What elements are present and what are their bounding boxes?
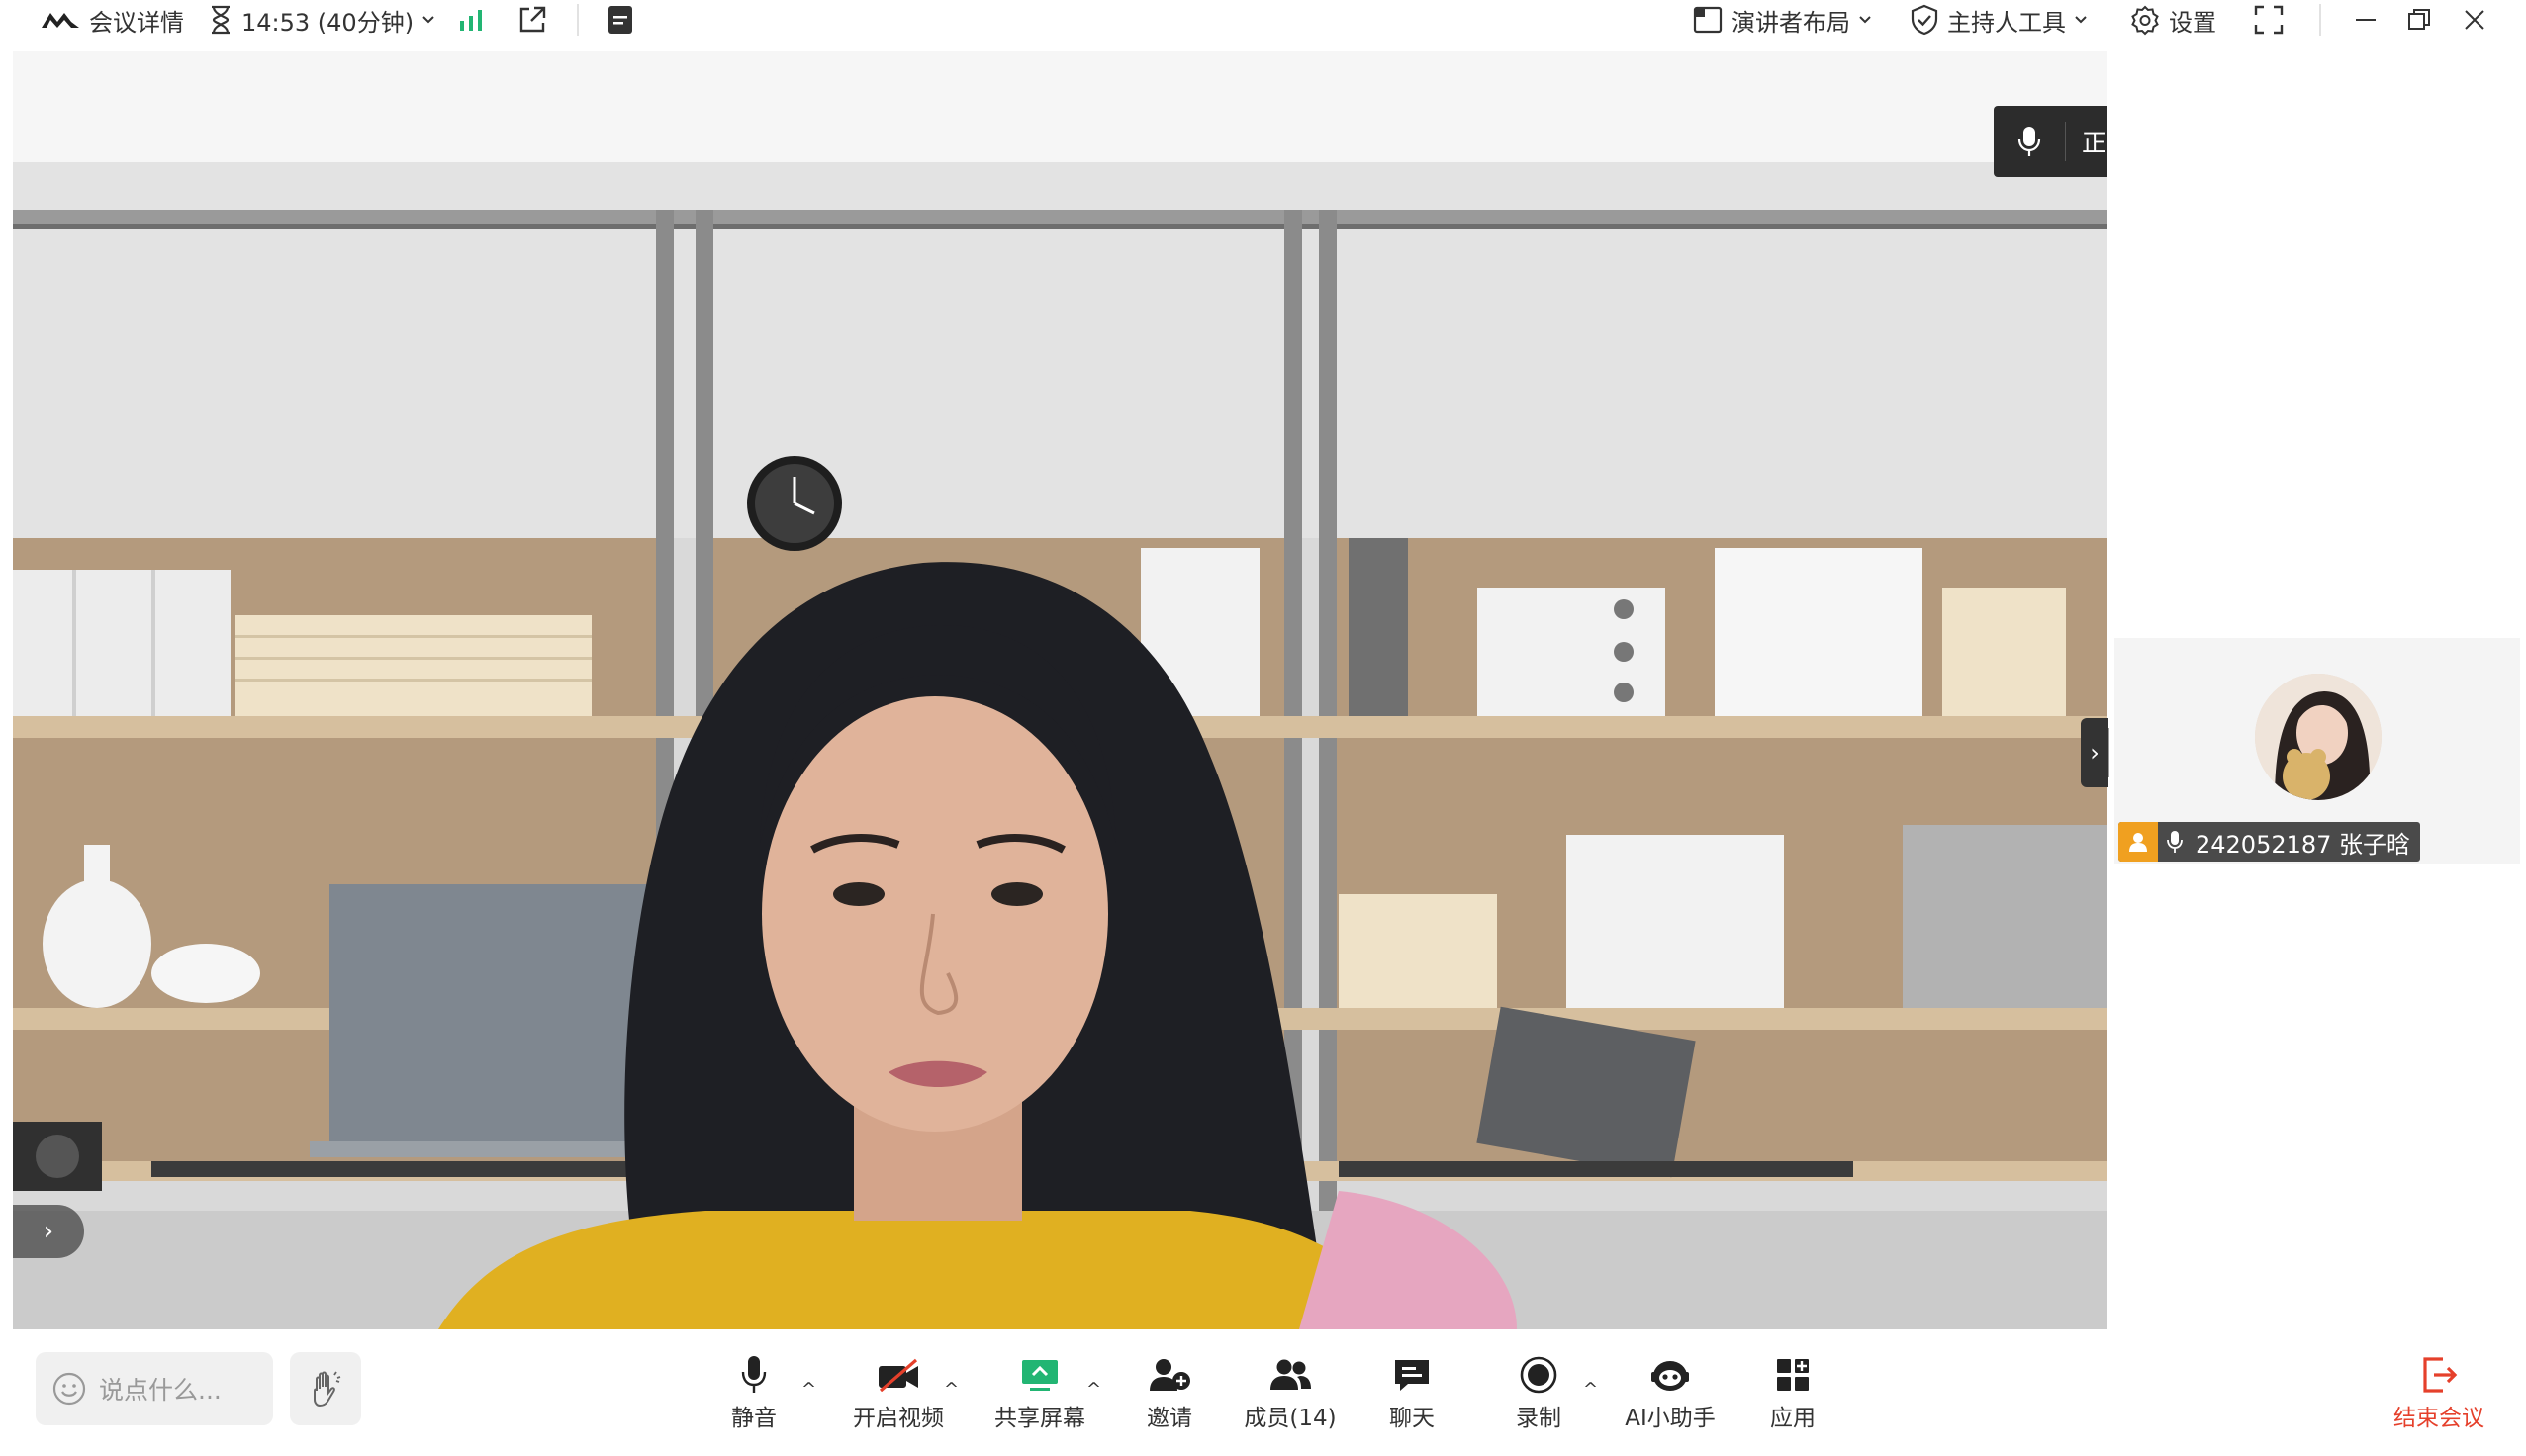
speaker-layout-button[interactable]: 演讲者布局 — [1692, 0, 1872, 40]
main-video-feed[interactable] — [13, 162, 2107, 1329]
camera-off-icon — [877, 1353, 920, 1397]
layout-icon — [1693, 6, 1723, 34]
timer-text: 14:53 (40分钟) — [241, 8, 415, 37]
chevron-down-icon — [422, 16, 434, 24]
gear-icon — [2131, 5, 2159, 36]
chevron-right-icon: › — [2090, 739, 2100, 767]
members-icon — [1267, 1353, 1313, 1397]
ai-assistant-button[interactable]: AI小助手 — [1623, 1353, 1718, 1432]
members-button[interactable]: 成员(14) — [1244, 1353, 1337, 1432]
speaker-video-image — [13, 162, 2107, 1329]
close-window-button[interactable] — [2462, 0, 2487, 40]
chevron-right-icon: › — [43, 1217, 54, 1246]
expand-left-panel-button[interactable]: › — [13, 1205, 84, 1258]
banner-divider — [2065, 122, 2066, 161]
host-badge-icon — [2118, 822, 2158, 862]
avatar — [2255, 674, 2382, 800]
fullscreen-button[interactable] — [2253, 0, 2285, 40]
collapse-participant-panel-button[interactable]: › — [2081, 718, 2108, 787]
video-options-caret[interactable]: ^ — [944, 1379, 959, 1400]
tencent-meeting-logo-icon — [42, 13, 79, 28]
network-signal-button[interactable] — [458, 0, 484, 40]
meeting-timer[interactable]: 14:53 (40分钟) — [208, 0, 435, 40]
settings-button[interactable]: 设置 — [2129, 0, 2216, 40]
settings-label: 设置 — [2169, 8, 2216, 37]
invite-label: 邀请 — [1147, 1406, 1192, 1431]
minimize-window-button[interactable] — [2353, 0, 2379, 40]
restore-window-button[interactable] — [2406, 0, 2432, 40]
top-divider — [2319, 4, 2321, 36]
participant-name-tag: 242052187 张子晗 — [2118, 822, 2421, 862]
share-screen-icon — [1020, 1353, 1060, 1397]
share-screen-label: 共享屏幕 — [994, 1406, 1085, 1431]
mute-button[interactable]: 静音 — [729, 1353, 779, 1432]
close-icon — [2465, 10, 2484, 30]
microphone-icon — [2158, 830, 2192, 854]
end-meeting-label: 结束会议 — [2393, 1406, 2484, 1431]
chevron-down-icon — [1859, 16, 1871, 24]
external-share-icon — [519, 6, 546, 33]
participant-name-label: 242052187 张子晗 — [2196, 830, 2411, 859]
top-divider — [577, 4, 579, 36]
invite-button[interactable]: 邀请 — [1145, 1353, 1194, 1432]
microphone-icon — [740, 1353, 768, 1397]
emoji-icon — [52, 1372, 86, 1406]
apps-grid-icon — [1774, 1353, 1812, 1397]
start-video-label: 开启视频 — [853, 1406, 944, 1431]
document-icon — [608, 6, 632, 34]
record-icon — [1519, 1353, 1558, 1397]
record-button[interactable]: 录制 — [1514, 1353, 1563, 1432]
robot-icon — [1648, 1353, 1692, 1397]
notes-button[interactable] — [607, 0, 634, 40]
exit-icon — [2419, 1353, 2459, 1397]
top-bar: 会议详情 14:53 (40分钟) 演讲者布局 主持人工具 设置 — [0, 0, 2526, 51]
audio-options-caret[interactable]: ^ — [801, 1379, 816, 1400]
meeting-details-label: 会议详情 — [89, 8, 184, 37]
chat-icon — [1392, 1353, 1432, 1397]
mute-label: 静音 — [731, 1406, 777, 1431]
ai-assistant-label: AI小助手 — [1625, 1406, 1716, 1431]
end-meeting-button[interactable]: 结束会议 — [2391, 1353, 2486, 1432]
hand-icon — [314, 1371, 341, 1408]
meeting-details-button[interactable]: 会议详情 — [40, 0, 184, 40]
fullscreen-icon — [2254, 5, 2284, 35]
share-options-caret[interactable]: ^ — [1086, 1379, 1101, 1400]
signal-bars-icon — [460, 10, 482, 31]
share-link-button[interactable] — [516, 0, 548, 40]
start-video-button[interactable]: 开启视频 — [851, 1353, 946, 1432]
quick-chat-input[interactable]: 说点什么... — [36, 1352, 273, 1425]
raise-hand-button[interactable] — [290, 1352, 361, 1425]
speaker-layout-label: 演讲者布局 — [1731, 8, 1850, 37]
host-tools-button[interactable]: 主持人工具 — [1910, 0, 2088, 40]
hourglass-icon — [212, 5, 230, 35]
share-screen-button[interactable]: 共享屏幕 — [992, 1353, 1087, 1432]
shield-check-icon — [1911, 4, 1938, 36]
members-label: 成员(14) — [1244, 1406, 1337, 1431]
apps-label: 应用 — [1770, 1406, 1816, 1431]
microphone-icon — [1994, 106, 2065, 177]
record-options-caret[interactable]: ^ — [1583, 1379, 1598, 1400]
minimize-icon — [2356, 19, 2376, 21]
stage-top-area — [13, 51, 2107, 162]
chat-placeholder: 说点什么... — [99, 1376, 222, 1405]
add-person-icon — [1148, 1353, 1191, 1397]
chat-button[interactable]: 聊天 — [1387, 1353, 1437, 1432]
apps-button[interactable]: 应用 — [1768, 1353, 1818, 1432]
restore-icon — [2408, 9, 2430, 30]
host-tools-label: 主持人工具 — [1947, 8, 2066, 37]
chat-label: 聊天 — [1389, 1406, 1435, 1431]
chevron-down-icon — [2075, 16, 2087, 24]
record-label: 录制 — [1516, 1406, 1561, 1431]
